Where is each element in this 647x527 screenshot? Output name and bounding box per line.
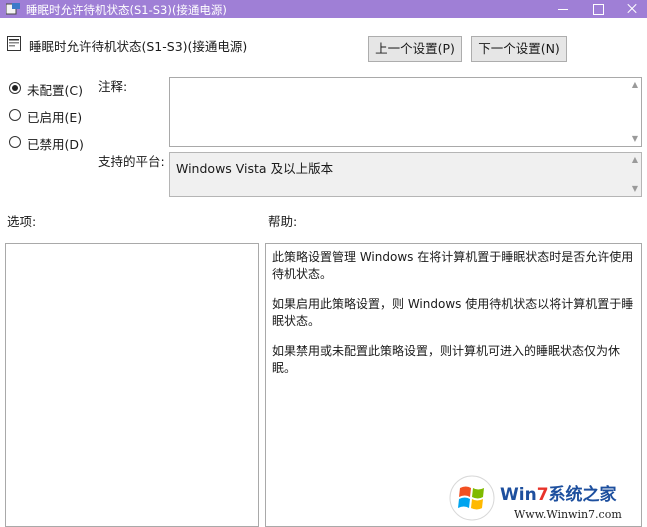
watermark-title: Win7系统之家 [500,480,617,505]
radio-selected-icon[interactable] [9,82,21,94]
radio-unselected-icon[interactable] [9,109,21,121]
platform-scrollbar[interactable]: ▲ ▼ [629,153,641,196]
options-pane [5,243,259,527]
supported-platform-label: 支持的平台: [98,154,165,169]
previous-setting-button[interactable]: 上一个设置(P) [368,36,462,62]
maximize-button[interactable] [584,0,614,18]
watermark: Win7系统之家 Www.Winwin7.com [444,474,647,527]
windows-logo-icon [449,475,495,521]
help-paragraph: 此策略设置管理 Windows 在将计算机置于睡眠状态时是否允许使用待机状态。 [272,250,634,281]
watermark-title-suffix: 系统之家 [548,485,617,505]
minimize-button[interactable] [548,0,578,18]
scroll-down-arrow-icon[interactable]: ▼ [629,183,641,195]
policy-app-icon [6,3,20,15]
comment-scrollbar[interactable]: ▲ ▼ [629,78,641,146]
next-setting-button[interactable]: 下一个设置(N) [471,36,567,62]
scroll-down-arrow-icon[interactable]: ▼ [629,133,641,145]
scroll-up-arrow-icon[interactable]: ▲ [629,79,641,91]
comment-textarea[interactable]: ▲ ▼ [169,77,642,147]
radio-label: 已启用(E) [27,110,83,125]
watermark-title-prefix: Win [500,485,537,505]
radio-label: 已禁用(D) [27,137,84,152]
title-bar: 睡眠时允许待机状态(S1-S3)(接通电源) [0,0,647,18]
help-paragraph: 如果禁用或未配置此策略设置，则计算机可进入的睡眠状态仅为休眠。 [272,344,621,375]
comment-label: 注释: [98,79,128,94]
scroll-up-arrow-icon[interactable]: ▲ [629,154,641,166]
close-button[interactable] [617,0,647,18]
supported-platform-value: Windows Vista 及以上版本 [176,161,334,176]
help-paragraph: 如果启用此策略设置，则 Windows 使用待机状态以将计算机置于睡眠状态。 [272,297,634,328]
setting-document-icon [7,36,21,51]
setting-name: 睡眠时允许待机状态(S1-S3)(接通电源) [29,39,248,54]
watermark-url: Www.Winwin7.com [514,508,622,521]
options-label: 选项: [7,214,37,229]
help-label: 帮助: [268,214,298,229]
supported-platform-box: Windows Vista 及以上版本 ▲ ▼ [169,152,642,197]
radio-label: 未配置(C) [27,83,83,98]
window-title: 睡眠时允许待机状态(S1-S3)(接通电源) [26,3,227,17]
radio-unselected-icon[interactable] [9,136,21,148]
watermark-title-seven: 7 [536,485,549,505]
